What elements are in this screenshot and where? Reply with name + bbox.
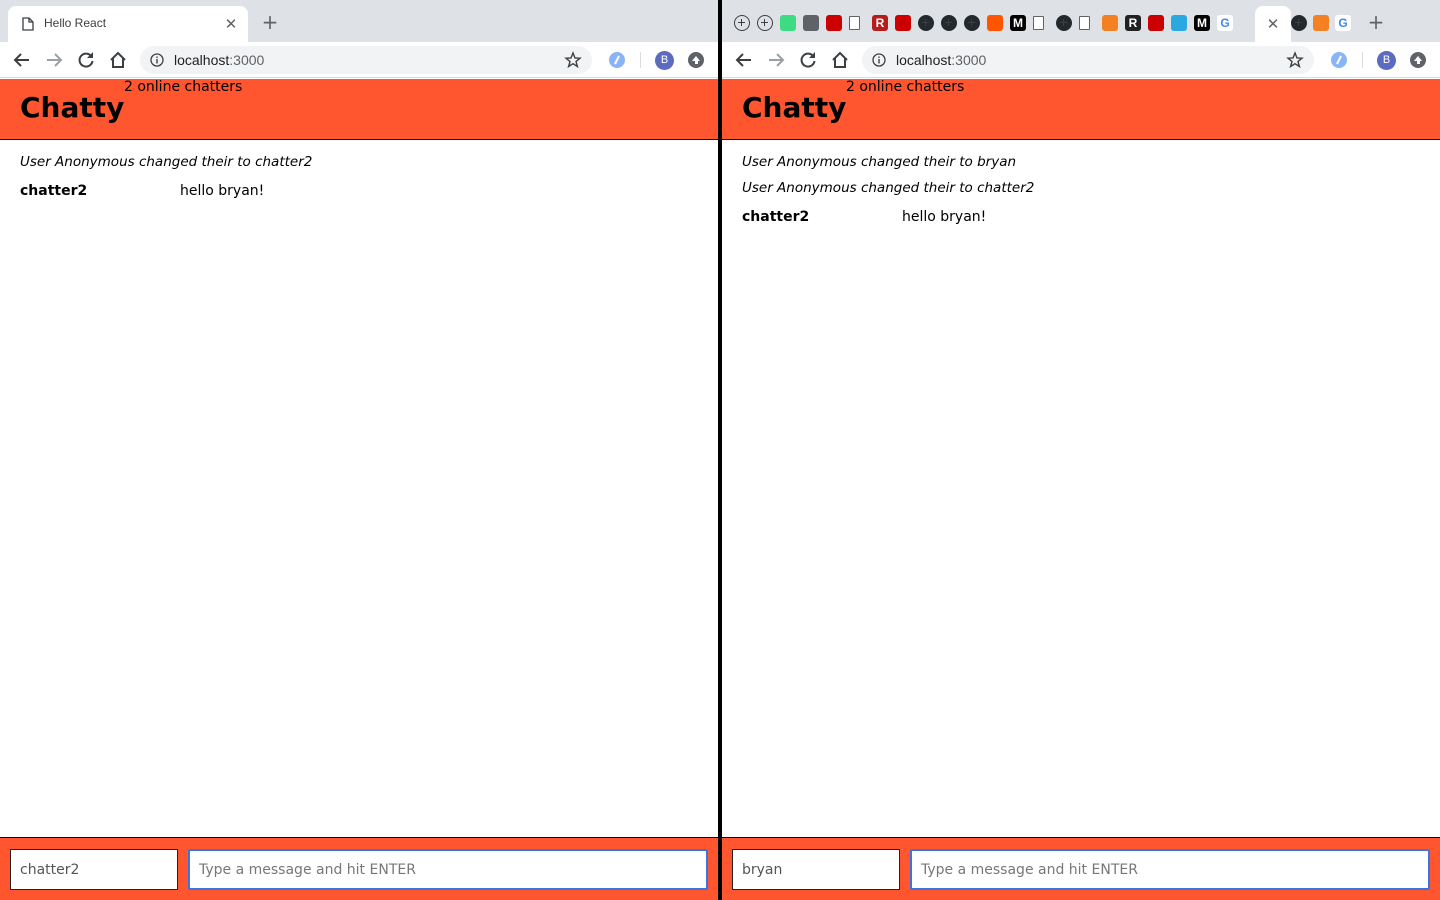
github-icon[interactable] xyxy=(918,15,934,31)
google-icon[interactable]: G xyxy=(1217,15,1233,31)
bookmark-star-icon[interactable] xyxy=(1286,51,1304,69)
document-icon xyxy=(22,17,34,31)
info-icon[interactable] xyxy=(872,53,886,67)
chat-message: chatter2 hello bryan! xyxy=(20,176,700,206)
brand-logo[interactable]: Chatty xyxy=(742,91,846,124)
medium-icon[interactable]: M xyxy=(1010,15,1026,31)
github-icon[interactable] xyxy=(1291,15,1307,31)
github-icon[interactable] xyxy=(964,15,980,31)
tab-strip: Hello React ✕ + xyxy=(0,0,718,42)
plus-circle-icon[interactable] xyxy=(734,15,750,31)
bookmark-star-icon[interactable] xyxy=(564,51,582,69)
browser-window-left: Hello React ✕ + localhost:3000 B 2 onlin… xyxy=(0,0,718,900)
url-text: localhost:3000 xyxy=(174,52,265,68)
chatty-navbar: 2 online chatters Chatty xyxy=(722,79,1440,140)
reload-icon[interactable] xyxy=(76,50,96,70)
browser-window-right: RMRMG ✕ G + localhost:3000 B 2 online ch… xyxy=(722,0,1440,900)
rails-icon[interactable] xyxy=(895,15,911,31)
tab-strip: RMRMG ✕ G + xyxy=(722,0,1440,42)
google-icon[interactable]: G xyxy=(1335,15,1351,31)
docker-icon[interactable] xyxy=(803,15,819,31)
home-icon[interactable] xyxy=(830,50,850,70)
soundcloud-icon[interactable] xyxy=(987,15,1003,31)
extension-icon[interactable] xyxy=(1330,51,1348,69)
toolbar-separator xyxy=(1362,52,1363,68)
message-list: User Anonymous changed their to bryan Us… xyxy=(742,150,1422,232)
github-icon[interactable] xyxy=(941,15,957,31)
stackoverflow-icon[interactable] xyxy=(1313,15,1329,31)
r-icon[interactable]: R xyxy=(872,15,888,31)
back-arrow-icon[interactable] xyxy=(734,50,754,70)
document-icon[interactable] xyxy=(1033,16,1044,30)
back-arrow-icon[interactable] xyxy=(12,50,32,70)
chat-bar xyxy=(0,837,718,900)
chat-bar xyxy=(722,837,1440,900)
profile-avatar[interactable]: B xyxy=(655,51,674,70)
plus-circle-icon[interactable] xyxy=(757,15,773,31)
stackoverflow-icon[interactable] xyxy=(1102,15,1118,31)
online-count: 2 online chatters xyxy=(124,79,243,95)
message-list: User Anonymous changed their to chatter2… xyxy=(20,150,700,206)
system-notification: User Anonymous changed their to chatter2 xyxy=(742,180,1035,196)
github-icon[interactable] xyxy=(1056,15,1072,31)
address-bar[interactable]: localhost:3000 xyxy=(140,46,592,74)
reload-icon[interactable] xyxy=(798,50,818,70)
tab-title: Hello React xyxy=(44,16,107,30)
grad-cap-icon[interactable] xyxy=(1171,15,1187,31)
rails-icon[interactable] xyxy=(826,15,842,31)
message-username: chatter2 xyxy=(20,183,88,199)
system-notification: User Anonymous changed their to chatter2 xyxy=(20,154,313,170)
browser-toolbar: localhost:3000 B xyxy=(722,42,1440,78)
message-username: chatter2 xyxy=(742,209,810,225)
new-tab-button[interactable]: + xyxy=(1367,12,1385,32)
chatty-navbar: 2 online chatters Chatty xyxy=(0,79,718,140)
chat-message: chatter2 hello bryan! xyxy=(742,202,1422,232)
username-input[interactable] xyxy=(732,849,900,890)
new-tab-button[interactable]: + xyxy=(261,12,279,32)
online-count: 2 online chatters xyxy=(846,79,965,95)
username-input[interactable] xyxy=(10,849,178,890)
brand-logo[interactable]: Chatty xyxy=(20,91,124,124)
home-icon[interactable] xyxy=(108,50,128,70)
close-tab-icon[interactable]: ✕ xyxy=(222,15,240,33)
message-input[interactable] xyxy=(188,849,708,890)
message-content: hello bryan! xyxy=(902,209,987,225)
toolbar-separator xyxy=(640,52,641,68)
update-icon[interactable] xyxy=(1410,52,1426,68)
url-text: localhost:3000 xyxy=(896,52,987,68)
update-icon[interactable] xyxy=(688,52,704,68)
browser-toolbar: localhost:3000 B xyxy=(0,42,718,78)
extension-icon[interactable] xyxy=(608,51,626,69)
document-icon[interactable] xyxy=(1079,16,1090,30)
green-leaf-icon[interactable] xyxy=(780,15,796,31)
forward-arrow-icon[interactable] xyxy=(44,50,64,70)
system-notification: User Anonymous changed their to bryan xyxy=(742,154,1017,170)
profile-avatar[interactable]: B xyxy=(1377,51,1396,70)
info-icon[interactable] xyxy=(150,53,164,67)
tab-hello-react[interactable]: Hello React ✕ xyxy=(8,6,248,42)
forward-arrow-icon[interactable] xyxy=(766,50,786,70)
r-icon[interactable]: R xyxy=(1125,15,1141,31)
message-content: hello bryan! xyxy=(180,183,265,199)
message-input[interactable] xyxy=(910,849,1430,890)
medium-icon[interactable]: M xyxy=(1194,15,1210,31)
address-bar[interactable]: localhost:3000 xyxy=(862,46,1314,74)
tab-active[interactable]: ✕ xyxy=(1255,6,1291,42)
document-icon[interactable] xyxy=(849,16,860,30)
rails-icon[interactable] xyxy=(1148,15,1164,31)
close-tab-icon[interactable]: ✕ xyxy=(1264,15,1282,33)
